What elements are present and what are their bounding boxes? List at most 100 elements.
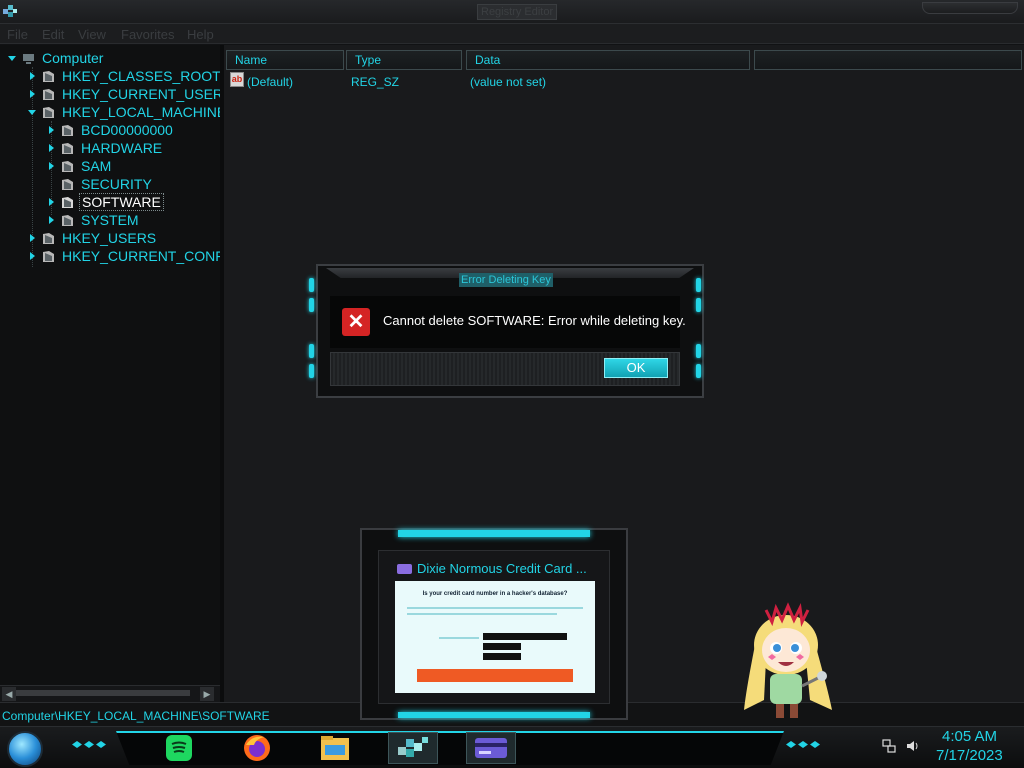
clock-date[interactable]: 7/17/2023 xyxy=(936,747,1003,764)
thumbnail-input xyxy=(483,643,521,650)
ok-button[interactable]: OK xyxy=(604,358,668,378)
tree-item-security[interactable]: SECURITY xyxy=(45,175,154,193)
thumbnail-title: Dixie Normous Credit Card ... xyxy=(417,561,587,576)
registry-editor-icon[interactable] xyxy=(2,3,18,19)
thumbnail-text-line xyxy=(407,613,557,615)
column-header-empty[interactable] xyxy=(754,50,1022,70)
folder-open-icon xyxy=(43,106,54,118)
tree-item-computer[interactable]: Computer xyxy=(6,49,105,67)
thumbnail-page: Is your credit card number in a hacker's… xyxy=(395,581,595,693)
value-type: REG_SZ xyxy=(351,75,400,89)
menu-help[interactable]: Help xyxy=(187,27,214,42)
thumbnail-input xyxy=(483,653,521,660)
tree-item-label: HKEY_CLASSES_ROOT xyxy=(62,68,221,84)
decor-notch xyxy=(696,278,701,292)
tree-horizontal-scrollbar[interactable]: ◀ ▶ xyxy=(0,685,220,702)
window-title: Registry Editor xyxy=(477,4,558,20)
taskbar: 4:05 AM 7/17/2023 xyxy=(0,726,1024,768)
folder-icon xyxy=(62,214,73,226)
tree-item-label: SYSTEM xyxy=(81,212,139,228)
registry-editor-task-button[interactable] xyxy=(388,732,438,764)
spotify-icon[interactable] xyxy=(164,733,194,763)
expand-icon[interactable] xyxy=(45,142,57,154)
folder-icon xyxy=(62,160,73,172)
folder-icon xyxy=(62,142,73,154)
expand-icon[interactable] xyxy=(45,214,57,226)
file-explorer-icon[interactable] xyxy=(320,733,350,763)
status-path: Computer\HKEY_LOCAL_MACHINE\SOFTWARE xyxy=(2,709,270,723)
clock-time[interactable]: 4:05 AM xyxy=(942,728,997,745)
tree-item-bcd00000000[interactable]: BCD00000000 xyxy=(45,121,175,139)
tree-item-hkey-current-config[interactable]: HKEY_CURRENT_CONFI xyxy=(26,247,230,265)
expand-icon[interactable] xyxy=(26,88,38,100)
collapse-icon[interactable] xyxy=(26,106,38,118)
column-header-name[interactable]: Name xyxy=(226,50,344,70)
dialog-body: ✕ Cannot delete SOFTWARE: Error while de… xyxy=(330,296,686,348)
folder-icon xyxy=(43,250,54,262)
decor-bar xyxy=(398,530,590,537)
expand-icon[interactable] xyxy=(45,160,57,172)
credit-card-app-icon xyxy=(475,738,507,758)
folder-icon xyxy=(62,196,73,208)
tree-item-label: SAM xyxy=(81,158,112,174)
tree-item-software[interactable]: SOFTWARE xyxy=(45,193,164,211)
tree-pane[interactable]: Computer HKEY_CLASSES_ROOT HKEY_CURRENT_… xyxy=(0,45,228,685)
tree-item-label: HKEY_CURRENT_CONFI xyxy=(62,248,228,264)
credit-card-task-button[interactable] xyxy=(466,732,516,764)
tree-item-sam[interactable]: SAM xyxy=(45,157,113,175)
value-data: (value not set) xyxy=(470,75,547,89)
expand-icon[interactable] xyxy=(45,196,57,208)
computer-icon xyxy=(23,53,34,64)
folder-icon xyxy=(62,178,73,190)
tree-item-label: SECURITY xyxy=(81,176,152,192)
decor-notch xyxy=(309,298,314,312)
tree-item-hkey-local-machine[interactable]: HKEY_LOCAL_MACHINE xyxy=(26,103,228,121)
column-header-data[interactable]: Data xyxy=(466,50,750,70)
scroll-left-icon[interactable]: ◀ xyxy=(2,687,16,701)
tree-item-hardware[interactable]: HARDWARE xyxy=(45,139,164,157)
tree-item-label: HKEY_USERS xyxy=(62,230,157,246)
error-dialog[interactable]: Error Deleting Key ✕ Cannot delete SOFTW… xyxy=(309,264,704,398)
menu-bar: File Edit View Favorites Help xyxy=(0,24,1024,44)
tree-item-system[interactable]: SYSTEM xyxy=(45,211,141,229)
registry-editor-icon xyxy=(398,737,428,757)
decor-arrow xyxy=(96,741,106,748)
menu-edit[interactable]: Edit xyxy=(42,27,64,42)
firefox-icon[interactable] xyxy=(242,733,272,763)
scroll-right-icon[interactable]: ▶ xyxy=(200,687,214,701)
tree-item-hkey-classes-root[interactable]: HKEY_CLASSES_ROOT xyxy=(26,67,223,85)
collapse-icon[interactable] xyxy=(6,52,18,64)
scrollbar-thumb[interactable] xyxy=(16,690,190,696)
start-button[interactable] xyxy=(7,731,43,767)
decor-notch xyxy=(309,278,314,292)
tree-item-label: HKEY_CURRENT_USER xyxy=(62,86,224,102)
tree-item-label: HARDWARE xyxy=(81,140,163,156)
reg-sz-icon: ab xyxy=(230,72,244,87)
folder-icon xyxy=(62,124,73,136)
decor-arrow xyxy=(786,741,796,748)
window-controls[interactable] xyxy=(922,2,1018,14)
network-icon[interactable] xyxy=(882,739,896,753)
error-icon: ✕ xyxy=(342,308,370,336)
value-name[interactable]: (Default) xyxy=(247,75,293,89)
column-header-type[interactable]: Type xyxy=(346,50,462,70)
thumbnail-input xyxy=(483,633,567,640)
expand-icon[interactable] xyxy=(26,250,38,262)
expand-icon[interactable] xyxy=(26,70,38,82)
volume-icon[interactable] xyxy=(906,739,920,753)
menu-file[interactable]: File xyxy=(7,27,28,42)
decor-notch xyxy=(696,364,701,378)
menu-favorites[interactable]: Favorites xyxy=(121,27,174,42)
tree-item-hkey-current-user[interactable]: HKEY_CURRENT_USER xyxy=(26,85,225,103)
dialog-message: Cannot delete SOFTWARE: Error while dele… xyxy=(383,313,686,328)
tree-item-hkey-users[interactable]: HKEY_USERS xyxy=(26,229,158,247)
expand-icon[interactable] xyxy=(45,124,57,136)
decor-arrow xyxy=(84,741,94,748)
decor-arrow xyxy=(810,741,820,748)
menu-view[interactable]: View xyxy=(78,27,106,42)
tree-item-label: BCD00000000 xyxy=(81,122,173,138)
thumbnail-headline: Is your credit card number in a hacker's… xyxy=(422,591,568,597)
taskbar-thumbnail-preview[interactable]: Dixie Normous Credit Card ... Is your cr… xyxy=(360,528,628,720)
expand-icon[interactable] xyxy=(26,232,38,244)
